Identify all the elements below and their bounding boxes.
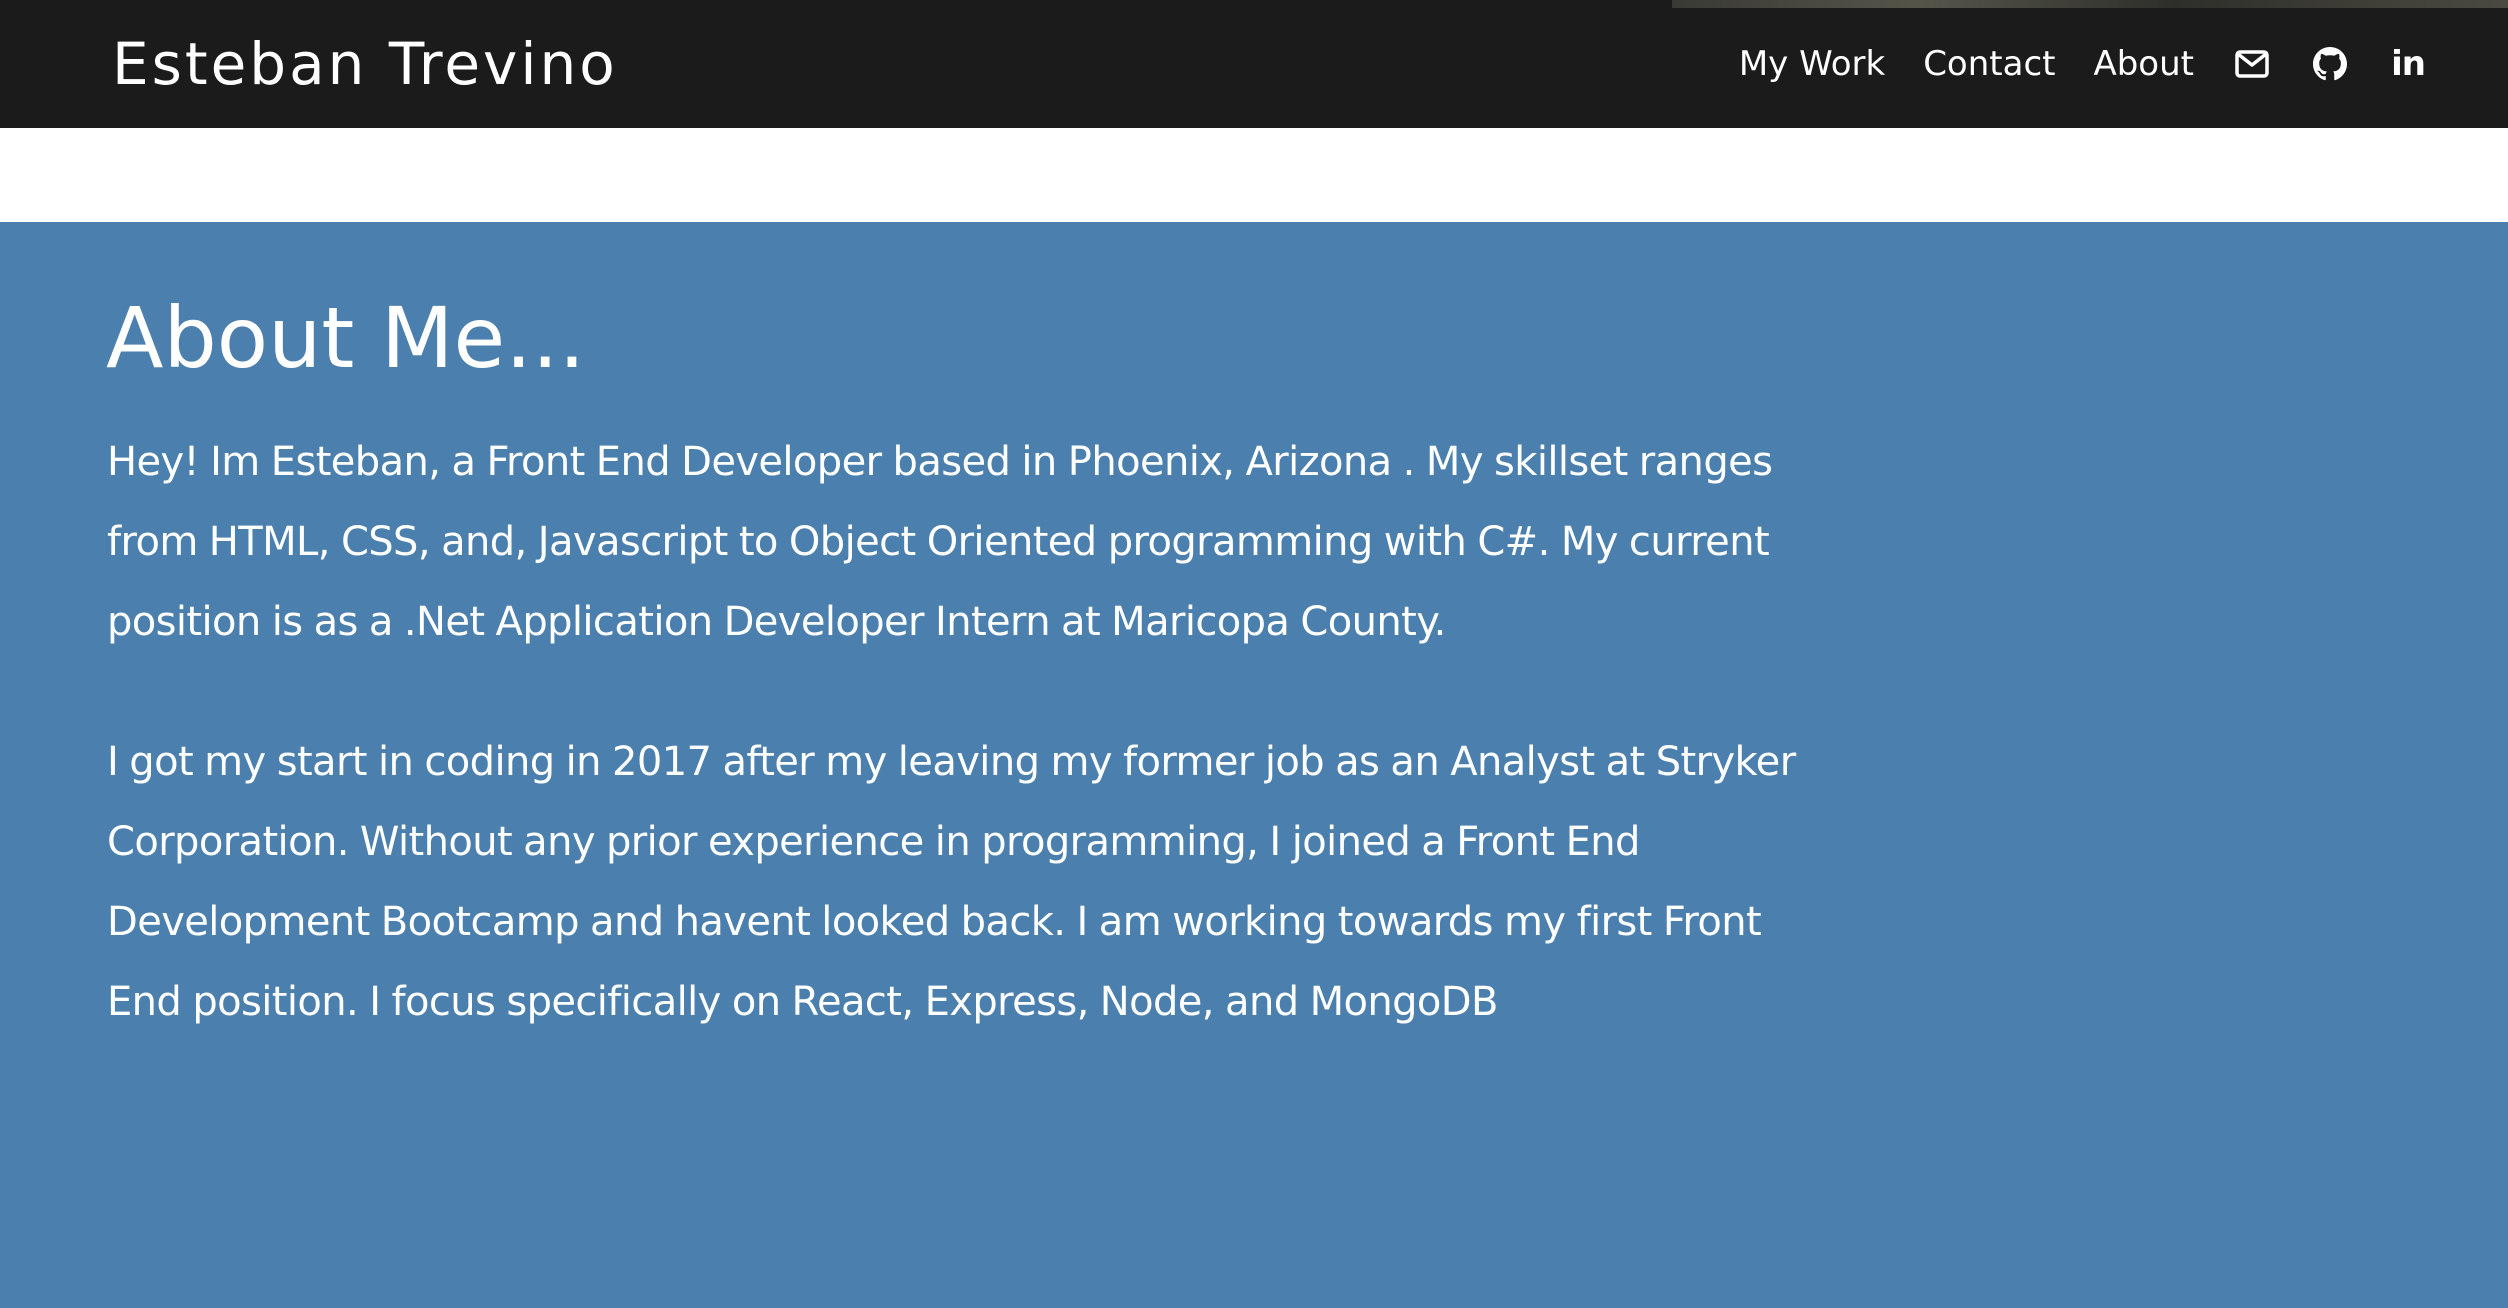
- linkedin-icon[interactable]: in: [2388, 44, 2428, 84]
- about-paragraph-1: Hey! Im Esteban, a Front End Developer b…: [107, 439, 1773, 645]
- github-icon[interactable]: [2310, 44, 2350, 84]
- about-section: About Me... Hey! Im Esteban, a Front End…: [0, 222, 2508, 1308]
- linkedin-glyph: in: [2391, 44, 2426, 84]
- envelope-icon[interactable]: [2232, 44, 2272, 84]
- nav-link-my-work[interactable]: My Work: [1739, 44, 1885, 84]
- nav-menu: My Work Contact About in: [1739, 0, 2428, 128]
- about-title: About Me...: [106, 289, 586, 387]
- brand-logo-link[interactable]: Esteban Trevino: [112, 28, 618, 100]
- nav-link-about[interactable]: About: [2093, 44, 2194, 84]
- about-paragraph-2: I got my start in coding in 2017 after m…: [107, 739, 1796, 1025]
- nav-link-contact[interactable]: Contact: [1923, 44, 2055, 84]
- navbar: Esteban Trevino My Work Contact About in: [0, 0, 2508, 128]
